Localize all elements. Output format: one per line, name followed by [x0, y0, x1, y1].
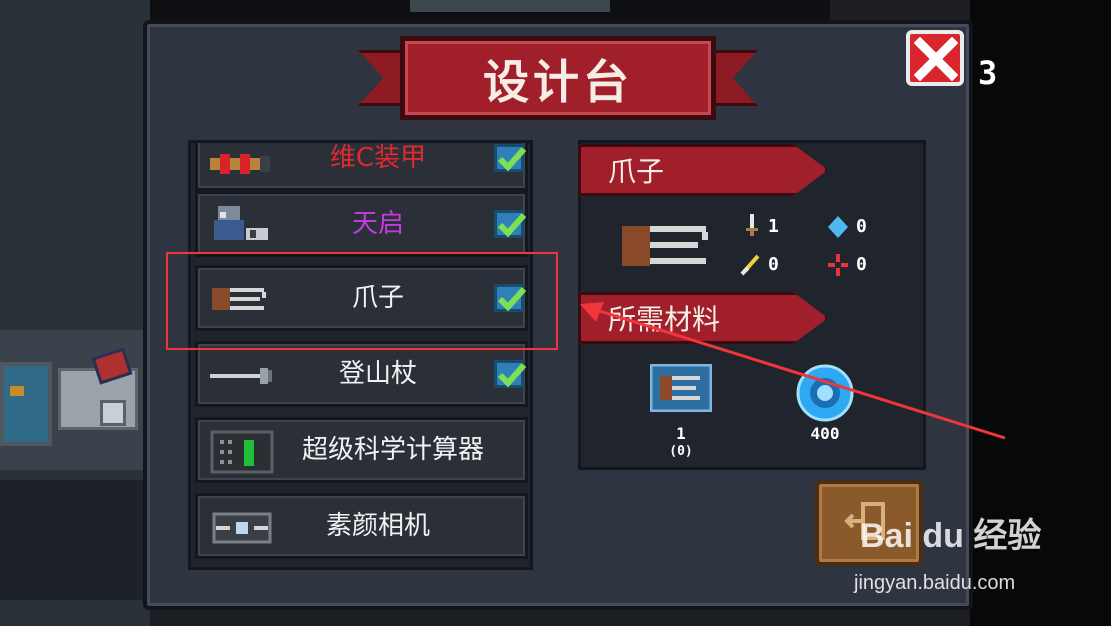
annotation-highlight-box	[166, 252, 558, 350]
watermark: Bai du 经验 jingyan.baidu.com	[854, 508, 1060, 608]
item-name: 爪子	[608, 155, 665, 188]
energy-crystal-icon	[828, 216, 848, 238]
stat-energy: 0	[856, 216, 867, 237]
watermark-url: jingyan.baidu.com	[854, 572, 1016, 594]
close-button[interactable]	[906, 30, 964, 86]
close-icon	[914, 37, 958, 81]
close-count: 3	[978, 54, 998, 92]
list-item-label: 天启	[351, 209, 404, 239]
list-item-label: 登山杖	[338, 359, 417, 389]
annotation-arrow-icon	[580, 302, 1006, 440]
claw-weapon-icon	[622, 226, 708, 266]
checkbox[interactable]	[494, 210, 527, 238]
stat-accuracy: 0	[856, 254, 867, 275]
list-item-label: 维C装甲	[329, 143, 427, 173]
page-title: 设计台	[483, 55, 633, 109]
crit-icon	[740, 254, 760, 276]
scene-ledge	[410, 0, 610, 12]
accuracy-crosshair-icon	[828, 254, 848, 276]
checkmark-icon	[497, 363, 527, 388]
list-item-vitamin-armor[interactable]: 维C装甲	[195, 143, 528, 191]
list-item-calculator[interactable]: 超级科学计算器	[195, 417, 528, 483]
camera-icon	[212, 512, 272, 544]
stat-damage: 1	[768, 216, 779, 237]
title-banner: 设计台	[358, 16, 758, 120]
blueprint-list[interactable]: 维C装甲 天启 爪子 登山杖 超级科学计算器 素颜相机	[188, 140, 533, 570]
list-item-hiking-pole[interactable]: 登山杖	[195, 341, 528, 407]
mech-apocalypse-icon	[214, 206, 268, 240]
checkbox[interactable]	[494, 144, 527, 172]
list-item-label: 超级科学计算器	[301, 435, 484, 465]
calculator-icon	[210, 430, 274, 474]
vitamin-armor-icon	[210, 154, 270, 174]
list-item-camera[interactable]: 素颜相机	[195, 493, 528, 559]
watermark-logo: Bai du 经验	[860, 517, 1042, 555]
scene-monitor-prop	[0, 362, 52, 446]
scene-hammer-prop	[100, 400, 126, 426]
checkbox[interactable]	[494, 360, 527, 388]
list-item-apocalypse[interactable]: 天启	[195, 191, 528, 257]
list-item-label: 素颜相机	[325, 511, 430, 541]
checkmark-icon	[497, 147, 527, 172]
game-scene-left	[0, 0, 150, 626]
hiking-pole-icon	[210, 368, 272, 384]
damage-sword-icon	[746, 214, 758, 236]
checkmark-icon	[497, 213, 527, 238]
scene-wall	[0, 480, 150, 600]
stat-crit: 0	[768, 254, 779, 275]
